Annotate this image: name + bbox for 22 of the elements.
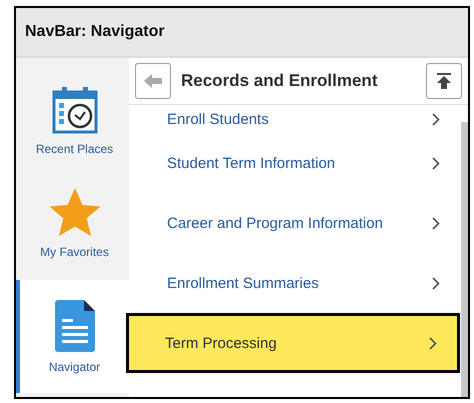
back-button[interactable]: [135, 63, 171, 99]
sidebar-item[interactable]: Navigator: [16, 280, 129, 393]
sidebar-label: Recent Places: [36, 142, 114, 156]
window-title: NavBar: Navigator: [25, 23, 165, 41]
document-icon: [54, 300, 94, 352]
chevron-icon: [429, 336, 437, 350]
sidebar-item[interactable]: Recent Places: [16, 70, 129, 172]
back-arrow-icon: [144, 74, 162, 88]
chevron-icon: [432, 276, 440, 290]
calendar-clock-icon: [50, 86, 98, 134]
menu-item[interactable]: Term Processing: [126, 313, 460, 373]
top-arrow-icon: [436, 73, 452, 89]
sidebar-item[interactable]: My Favorites: [16, 172, 129, 274]
chevron-icon: [432, 112, 440, 126]
sidebar-label: My Favorites: [40, 245, 109, 259]
panel-title: Records and Enrollment: [181, 71, 378, 91]
sidebar-label: Navigator: [48, 360, 100, 374]
scrollbar[interactable]: [461, 122, 468, 397]
top-button[interactable]: [426, 63, 462, 99]
star-icon: [48, 187, 100, 237]
chevron-icon: [432, 156, 440, 170]
chevron-icon: [432, 216, 440, 230]
